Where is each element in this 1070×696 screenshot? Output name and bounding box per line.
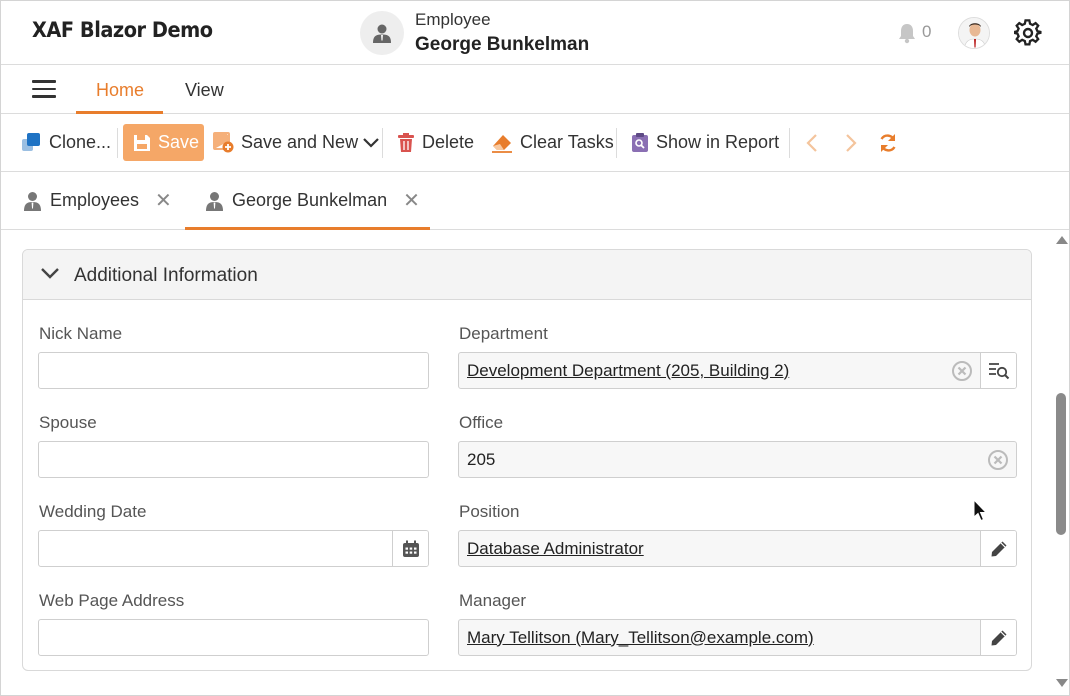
chevron-down-icon[interactable]: [40, 266, 60, 280]
office-value: 205: [467, 449, 496, 469]
spouse-label: Spouse: [39, 413, 97, 432]
save-and-new-button[interactable]: Save and New: [213, 124, 380, 161]
web-page-address-input[interactable]: [38, 619, 429, 656]
save-and-new-label: Save and New: [241, 132, 359, 152]
chevron-down-icon[interactable]: [362, 136, 380, 150]
scrollbar-thumb[interactable]: [1056, 393, 1066, 535]
next-record-icon[interactable]: [844, 133, 858, 153]
notification-count: 0: [922, 22, 932, 41]
person-icon: [360, 11, 404, 55]
app-header: XAF Blazor Demo Employee George Bunkelma…: [1, 1, 1069, 65]
department-label: Department: [459, 324, 548, 343]
mouse-cursor-icon: [973, 499, 988, 522]
close-icon[interactable]: ✕: [155, 191, 172, 211]
lookup-search-icon[interactable]: [980, 353, 1016, 388]
pencil-icon[interactable]: [980, 531, 1016, 566]
doc-tab-label: George Bunkelman: [232, 190, 388, 210]
app-window: XAF Blazor Demo Employee George Bunkelma…: [0, 0, 1070, 696]
calendar-icon[interactable]: [392, 531, 428, 566]
manager-value[interactable]: Mary Tellitson (Mary_Tellitson@example.c…: [459, 628, 980, 648]
wedding-date-label: Wedding Date: [39, 502, 147, 521]
show-in-report-button[interactable]: Show in Report: [631, 124, 779, 161]
department-lookup[interactable]: Development Department (205, Building 2): [458, 352, 1017, 389]
clone-icon: [22, 133, 40, 151]
toolbar-divider: [616, 128, 617, 158]
nick-name-input[interactable]: [38, 352, 429, 389]
app-title[interactable]: XAF Blazor Demo: [32, 18, 213, 42]
toolbar-divider: [789, 128, 790, 158]
position-value[interactable]: Database Administrator: [459, 539, 980, 559]
manager-label: Manager: [459, 591, 527, 610]
web-page-address-label: Web Page Address: [39, 591, 185, 610]
wedding-date-input[interactable]: [38, 530, 429, 567]
clone-label: Clone...: [49, 132, 112, 152]
save-button[interactable]: Save: [123, 124, 204, 161]
previous-record-icon[interactable]: [805, 133, 819, 153]
clear-tasks-button[interactable]: Clear Tasks: [491, 124, 614, 161]
show-in-report-label: Show in Report: [656, 132, 780, 152]
person-icon: [206, 191, 223, 211]
save-label: Save: [158, 132, 200, 152]
tab-home[interactable]: Home: [96, 80, 144, 101]
ribbon-tabs: Home View: [1, 65, 1069, 114]
delete-label: Delete: [422, 132, 475, 152]
save-new-icon: [213, 132, 234, 153]
clone-button[interactable]: Clone...: [21, 124, 111, 161]
report-icon: [632, 133, 648, 152]
record-title: George Bunkelman: [415, 34, 590, 55]
position-lookup[interactable]: Database Administrator: [458, 530, 1017, 567]
toolbar-divider: [117, 128, 118, 158]
scroll-down-arrow-icon[interactable]: [1056, 679, 1068, 687]
view-caption: Employee: [415, 10, 491, 29]
additional-information-group: Additional Information Nick Name Spouse …: [22, 249, 1032, 671]
bell-icon[interactable]: [896, 22, 918, 44]
close-icon[interactable]: ✕: [403, 191, 420, 211]
vertical-scrollbar[interactable]: [1051, 230, 1069, 695]
tab-view[interactable]: View: [185, 80, 224, 101]
person-icon: [24, 191, 41, 211]
position-label: Position: [459, 502, 520, 521]
doc-tab-label: Employees: [50, 190, 140, 210]
group-header[interactable]: Additional Information: [23, 250, 1031, 300]
trash-icon: [398, 132, 414, 152]
hamburger-icon[interactable]: [32, 80, 56, 100]
eraser-icon: [492, 134, 512, 153]
delete-button[interactable]: Delete: [397, 124, 474, 161]
office-label: Office: [459, 413, 504, 432]
pencil-icon[interactable]: [980, 620, 1016, 655]
department-value[interactable]: Development Department (205, Building 2): [459, 361, 944, 381]
clear-tasks-label: Clear Tasks: [520, 132, 614, 152]
detail-view: Additional Information Nick Name Spouse …: [1, 230, 1051, 695]
toolbar: Clone... Save Save and New Delete Clear …: [1, 114, 1069, 172]
clear-icon[interactable]: [944, 360, 980, 382]
document-tabs: Employees ✕ George Bunkelman ✕: [1, 172, 1069, 230]
gear-icon[interactable]: [1014, 19, 1042, 47]
manager-lookup[interactable]: Mary Tellitson (Mary_Tellitson@example.c…: [458, 619, 1017, 656]
refresh-icon[interactable]: [878, 133, 898, 153]
scroll-up-arrow-icon[interactable]: [1056, 236, 1068, 244]
toolbar-divider: [382, 128, 383, 158]
office-input[interactable]: 205: [458, 441, 1017, 478]
user-avatar[interactable]: [958, 17, 990, 49]
clear-icon[interactable]: [980, 449, 1016, 471]
floppy-disk-icon: [134, 134, 150, 151]
spouse-input[interactable]: [38, 441, 429, 478]
nick-name-label: Nick Name: [39, 324, 123, 343]
group-title: Additional Information: [74, 265, 258, 286]
doc-tab-george-bunkelman[interactable]: George Bunkelman ✕: [205, 190, 420, 211]
doc-tab-employees[interactable]: Employees ✕: [23, 190, 172, 211]
